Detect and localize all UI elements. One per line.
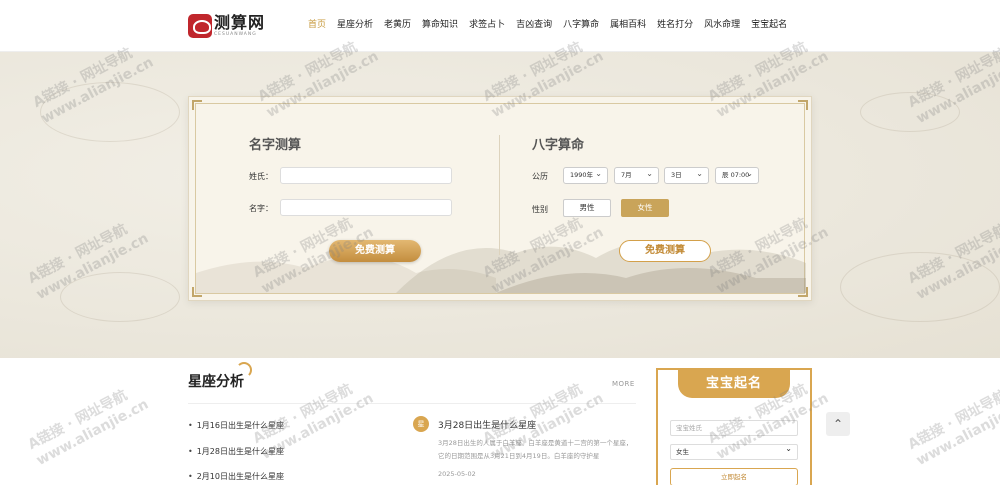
panel-divider <box>499 135 500 255</box>
featured-article-date: 2025-05-02 <box>438 470 476 478</box>
nav-item-bazi[interactable]: 八字算命 <box>563 19 599 31</box>
content-section: 星座分析 MORE 1月16日出生是什么星座 1月28日出生是什么星座 2月10… <box>0 358 1000 485</box>
featured-article-icon: 星 <box>413 416 429 432</box>
nav-item-divination[interactable]: 求签占卜 <box>469 19 505 31</box>
name-test-submit-button[interactable]: 免费测算 <box>329 240 421 262</box>
more-link[interactable]: MORE <box>612 380 635 388</box>
hero-banner: 名字测算 姓氏： 名字： 免费测算 八字算命 公历 1990年 7月 3日 辰 … <box>0 52 1000 358</box>
main-nav: 首页 星座分析 老黄历 算命知识 求签占卜 吉凶查询 八字算命 属相百科 姓名打… <box>308 19 798 31</box>
nav-item-almanac[interactable]: 老黄历 <box>384 19 411 31</box>
corner-ornament <box>798 100 808 110</box>
calendar-label: 公历 <box>532 172 548 181</box>
birth-hour-select[interactable]: 辰 07:00 <box>715 166 759 184</box>
nav-item-name-score[interactable]: 姓名打分 <box>657 19 693 31</box>
featured-article-summary: 3月28日出生的人属于白羊座。白羊座是黄道十二宫的第一个星座，它的日期范围是从3… <box>438 439 633 460</box>
baby-name-widget-title: 宝宝起名 <box>678 370 790 398</box>
birth-month-select[interactable]: 7月 <box>614 166 659 184</box>
mountain-landscape <box>196 241 806 293</box>
baby-gender-select[interactable]: 女生 <box>670 442 798 460</box>
baby-name-submit-button[interactable]: 立即起名 <box>670 468 798 485</box>
calculator-panel: 名字测算 姓氏： 名字： 免费测算 八字算命 公历 1990年 7月 3日 辰 … <box>188 96 812 301</box>
nav-item-home[interactable]: 首页 <box>308 19 326 31</box>
given-name-label: 名字： <box>249 204 273 213</box>
logo-subtitle: CESUANWANG <box>214 32 257 37</box>
horoscope-list-item[interactable]: 1月16日出生是什么星座 <box>188 420 284 431</box>
horoscope-list-item[interactable]: 2月10日出生是什么星座 <box>188 471 284 482</box>
birth-year-select[interactable]: 1990年 <box>563 166 608 184</box>
birth-day-select[interactable]: 3日 <box>664 166 709 184</box>
baby-name-widget: 宝宝起名 宝宝姓氏 女生 立即起名 <box>656 368 812 485</box>
gender-label: 性别 <box>532 205 548 214</box>
back-to-top-button[interactable]: ⌃ <box>826 412 850 436</box>
horoscope-section-title: 星座分析 <box>188 374 244 390</box>
nav-item-zodiac[interactable]: 属相百科 <box>610 19 646 31</box>
surname-label: 姓氏： <box>249 172 273 181</box>
nav-item-luck-query[interactable]: 吉凶查询 <box>516 19 552 31</box>
logo-text: 测算网 <box>214 13 266 32</box>
gender-male-button[interactable]: 男性 <box>563 199 611 217</box>
bazi-title: 八字算命 <box>532 138 585 153</box>
name-test-title: 名字测算 <box>249 138 302 153</box>
baby-surname-input[interactable]: 宝宝姓氏 <box>670 420 798 436</box>
gender-female-button[interactable]: 女性 <box>621 199 669 217</box>
surname-input[interactable] <box>280 167 452 184</box>
nav-item-baby-name[interactable]: 宝宝起名 <box>751 19 787 31</box>
section-divider <box>188 403 636 404</box>
site-logo[interactable]: 测算网 CESUANWANG <box>188 14 266 40</box>
horoscope-list-item[interactable]: 1月28日出生是什么星座 <box>188 446 284 457</box>
bazi-submit-button[interactable]: 免费测算 <box>619 240 711 262</box>
nav-item-fengshui[interactable]: 风水命理 <box>704 19 740 31</box>
site-header: 测算网 CESUANWANG 首页 星座分析 老黄历 算命知识 求签占卜 吉凶查… <box>0 0 1000 52</box>
given-name-input[interactable] <box>280 199 452 216</box>
corner-ornament <box>192 100 202 110</box>
nav-item-horoscope[interactable]: 星座分析 <box>337 19 373 31</box>
title-decoration-icon <box>236 362 252 378</box>
logo-icon <box>188 14 212 38</box>
featured-article-title[interactable]: 3月28日出生是什么星座 <box>438 418 536 431</box>
nav-item-fortune-knowledge[interactable]: 算命知识 <box>422 19 458 31</box>
